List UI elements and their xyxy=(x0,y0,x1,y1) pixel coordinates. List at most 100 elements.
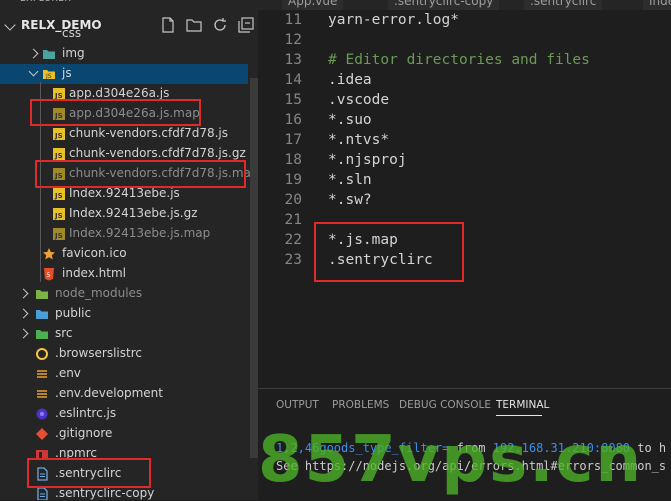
highlight-box xyxy=(27,458,151,488)
chevron-right-icon xyxy=(18,288,29,299)
tree-item-label: Index.92413ebe.js xyxy=(69,186,180,200)
tree-item-file[interactable]: favicon.ico xyxy=(0,244,248,264)
js-file-icon: JS xyxy=(53,188,65,200)
code-line: 20 *.sw? xyxy=(258,192,671,212)
chevron-right-icon xyxy=(18,308,29,319)
line-number: 16 xyxy=(284,112,302,128)
svg-text:5: 5 xyxy=(47,272,51,279)
line-number: 14 xyxy=(284,72,302,88)
tree-item-label: public xyxy=(55,306,92,320)
tree-item-file[interactable]: .eslintrc.js xyxy=(0,404,248,424)
circle-icon xyxy=(36,348,48,360)
line-number: 12 xyxy=(284,32,302,48)
tree-item-folder[interactable]: node_modules xyxy=(0,284,248,304)
tree-item-file[interactable]: JS Index.92413ebe.js.map xyxy=(0,224,248,244)
tab-sentryclirc[interactable]: .sentryclirc xyxy=(524,0,603,10)
settings-lines-icon xyxy=(37,390,47,398)
highlight-box xyxy=(35,160,246,188)
line-text: *.sln xyxy=(328,172,372,188)
active-tab-underline xyxy=(496,415,542,416)
watermark: 857vps.cn xyxy=(258,423,644,497)
svg-text:JS: JS xyxy=(54,212,63,220)
editor-tabbar: App.vue .sentryclirc-copy .sentryclirc I… xyxy=(258,0,671,10)
code-line: 12 xyxy=(258,32,671,52)
line-text: *.ntvs* xyxy=(328,132,390,148)
tree-item-file[interactable]: 5 index.html xyxy=(0,264,248,284)
tree-item-label: src xyxy=(55,326,73,340)
tree-item-file[interactable]: JS Index.92413ebe.js.gz xyxy=(0,204,248,224)
js-file-icon: JS xyxy=(53,228,65,240)
svg-text:JS: JS xyxy=(54,192,63,200)
tab-terminal[interactable]: TERMINAL xyxy=(496,399,549,411)
line-number: 18 xyxy=(284,152,302,168)
tree-item-label: img xyxy=(62,46,85,60)
tree-item-label: .gitignore xyxy=(55,426,113,440)
tree-item-label: app.d304e26a.js xyxy=(69,86,170,100)
line-number: 17 xyxy=(284,132,302,148)
line-number: 19 xyxy=(284,172,302,188)
tree-item-file[interactable]: .gitignore xyxy=(0,424,248,444)
code-editor[interactable]: 11 yarn-error.log* 12 13 # Editor direct… xyxy=(258,10,671,388)
git-icon xyxy=(36,428,48,440)
folder-icon xyxy=(43,50,55,59)
line-number: 20 xyxy=(284,192,302,208)
tree-item-js[interactable]: JS js xyxy=(0,64,248,84)
line-text: yarn-error.log* xyxy=(328,12,459,28)
tab-sentryclirc-copy[interactable]: .sentryclirc-copy xyxy=(388,0,500,10)
folder-open-icon: JS xyxy=(43,70,55,80)
tab-app-vue[interactable]: App.vue xyxy=(282,0,344,10)
folder-icon xyxy=(36,290,48,299)
line-text: # Editor directories and files xyxy=(328,52,590,68)
tree-item-label: Index.92413ebe.js.gz xyxy=(69,206,198,220)
tree-item-label: .env.development xyxy=(55,386,163,400)
highlight-box xyxy=(30,99,201,126)
tree-item-img[interactable]: img xyxy=(0,44,248,64)
chevron-right-icon xyxy=(28,48,39,59)
line-text: *.sw? xyxy=(328,192,372,208)
line-text: *.suo xyxy=(328,112,372,128)
svg-text:JS: JS xyxy=(54,152,63,160)
tree-item-file[interactable]: .env.development xyxy=(0,384,248,404)
tree-item-label: chunk-vendors.cfdf7d78.js.gz xyxy=(69,146,246,160)
explorer-title: EXPLORER xyxy=(20,0,71,8)
tree-item-folder[interactable]: src xyxy=(0,324,248,344)
tree-item-file[interactable]: .env xyxy=(0,364,248,384)
code-line: 18 *.njsproj xyxy=(258,152,671,172)
chevron-down-icon xyxy=(28,66,39,77)
tab-problems[interactable]: PROBLEMS xyxy=(332,399,389,411)
line-number: 13 xyxy=(284,52,302,68)
tab-debug-console[interactable]: DEBUG CONSOLE xyxy=(399,399,491,411)
tree-item-label: .eslintrc.js xyxy=(55,406,117,420)
js-file-icon: JS xyxy=(53,148,65,160)
settings-lines-icon xyxy=(37,370,47,378)
tree-item-label: js xyxy=(62,66,72,80)
code-line: 11 yarn-error.log* xyxy=(258,12,671,32)
js-file-icon: JS xyxy=(53,208,65,220)
code-line: 15 .vscode xyxy=(258,92,671,112)
tree-item-label: .sentryclirc-copy xyxy=(55,486,155,500)
svg-text:JS: JS xyxy=(54,232,63,240)
line-text: .idea xyxy=(328,72,372,88)
code-line: 14 .idea xyxy=(258,72,671,92)
file-icon xyxy=(37,487,48,500)
tab-output[interactable]: OUTPUT xyxy=(276,399,319,411)
html5-icon: 5 xyxy=(44,268,54,281)
tree-item-file[interactable]: JS chunk-vendors.cfdf7d78.js xyxy=(0,124,248,144)
sidebar-scrollbar[interactable] xyxy=(250,78,258,458)
tree-item-label: node_modules xyxy=(55,286,143,300)
line-number: 21 xyxy=(284,212,302,228)
tab-index[interactable]: Index xyxy=(643,0,671,10)
tree-item-label: Index.92413ebe.js.map xyxy=(69,226,211,240)
svg-text:JS: JS xyxy=(45,73,52,80)
folder-icon xyxy=(36,310,48,319)
tree-item-folder[interactable]: public xyxy=(0,304,248,324)
code-line: 19 *.sln xyxy=(258,172,671,192)
code-line: 13 # Editor directories and files xyxy=(258,52,671,72)
js-file-icon: JS xyxy=(53,128,65,140)
tree-item-file[interactable]: .browserslistrc xyxy=(0,344,248,364)
line-number: 22 xyxy=(284,232,302,248)
line-text: *.njsproj xyxy=(328,152,407,168)
explorer-sidebar: EXPLORER RELX_DEMO css img J xyxy=(0,0,258,500)
tree-item-css[interactable]: css xyxy=(0,24,248,44)
code-line: 16 *.suo xyxy=(258,112,671,132)
